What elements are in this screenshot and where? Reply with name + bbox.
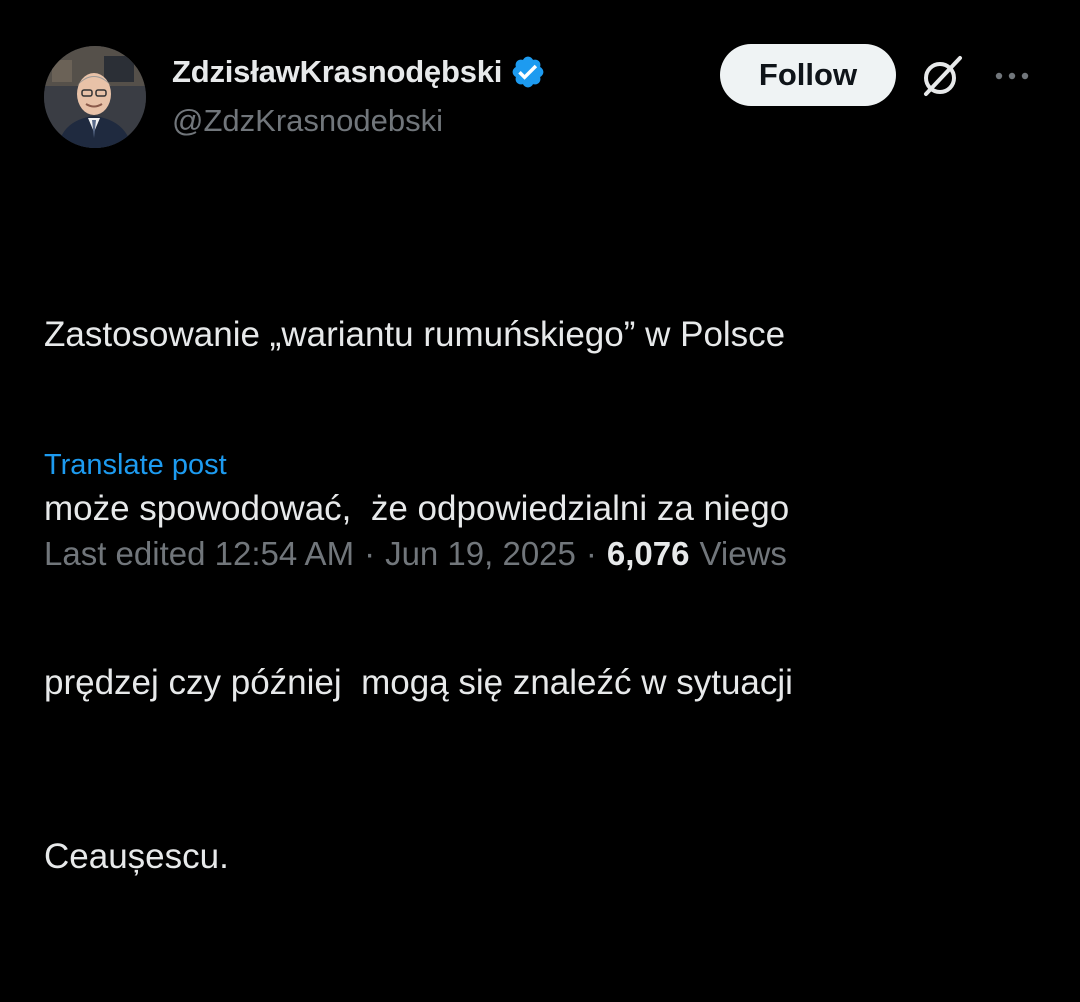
grok-icon[interactable] [918, 52, 966, 100]
views-count[interactable]: 6,076 [607, 535, 690, 573]
author-handle[interactable]: @ZdzKrasnodebski [172, 103, 443, 139]
post-text: Zastosowanie „wariantu rumuńskiego” w Po… [44, 190, 1044, 1002]
author-display-name[interactable]: ZdzisławKrasnodębski [172, 54, 502, 90]
post-text-line: Ceaușescu. [44, 837, 229, 876]
author-name-row: ZdzisławKrasnodębski [172, 52, 546, 92]
views-label: Views [699, 535, 787, 572]
post-text-line: może spowodować, że odpowiedzialni za ni… [44, 489, 790, 528]
verified-badge-icon[interactable] [510, 54, 546, 90]
post-text-line: Zastosowanie „wariantu rumuńskiego” w Po… [44, 315, 786, 354]
more-icon[interactable] [992, 62, 1032, 90]
post-text-line: prędzej czy później mogą się znaleźć w s… [44, 663, 793, 702]
post-meta: Last edited 12:54 AM · Jun 19, 2025 · 6,… [44, 535, 787, 573]
follow-button[interactable]: Follow [720, 44, 896, 106]
avatar-photo [44, 46, 146, 148]
meta-separator: · [364, 535, 376, 572]
avatar[interactable] [44, 46, 146, 148]
post-date[interactable]: Jun 19, 2025 [385, 535, 576, 573]
last-edited-timestamp[interactable]: Last edited 12:54 AM [44, 535, 354, 573]
meta-separator: · [585, 535, 597, 572]
translate-post-link[interactable]: Translate post [44, 449, 227, 482]
post-card: ZdzisławKrasnodębski @ZdzKrasnodebski Fo… [0, 0, 1080, 876]
